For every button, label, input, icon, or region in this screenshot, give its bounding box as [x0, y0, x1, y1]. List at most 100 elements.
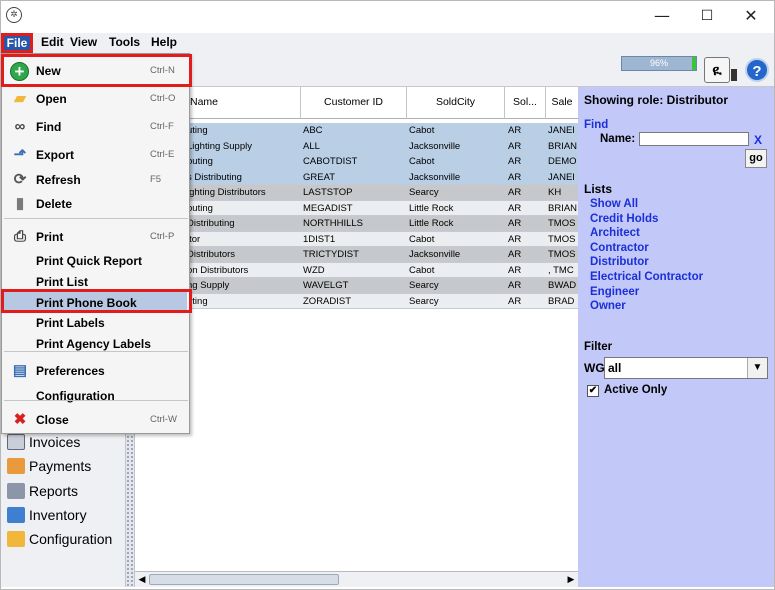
nav-item-payments[interactable]: Payments — [7, 458, 91, 478]
minimize-button[interactable]: — — [642, 5, 682, 29]
list-link-distributor[interactable]: Distributor — [590, 256, 649, 268]
column-header-soldstate[interactable]: Sol... — [505, 87, 546, 119]
menu-item-shortcut: Ctrl-W — [150, 414, 177, 425]
invoice-icon — [7, 434, 25, 450]
app-window: ✲ — ☐ ✕ Edit View Tools Help File 96% ዪ … — [0, 0, 775, 590]
active-only-checkbox[interactable]: ✔ — [587, 385, 599, 397]
active-only-label: Active Only — [604, 384, 668, 396]
list-link-engineer[interactable]: Engineer — [590, 286, 639, 298]
menu-item-refresh[interactable]: ⟳ Refresh F5 — [2, 168, 189, 192]
menu-item-label: Print Quick Report — [36, 254, 143, 268]
menu-item-find[interactable]: ∞ Find Ctrl-F — [2, 115, 189, 139]
scroll-left-icon[interactable]: ◀ — [136, 573, 148, 586]
menu-item-preferences[interactable]: ▤ Preferences — [2, 359, 189, 383]
cell-sale: JANEI — [548, 125, 575, 136]
menu-item-open[interactable]: ▰ Open Ctrl-O — [2, 87, 189, 111]
menu-help[interactable]: Help — [151, 35, 177, 49]
cell-id: MEGADIST — [303, 202, 353, 214]
list-link-show-all[interactable]: Show All — [590, 198, 638, 210]
new-item-highlight — [1, 54, 192, 87]
dropdown-arrow-icon[interactable] — [731, 69, 737, 81]
grid-header: Name Customer ID SoldCity Sol... Sale — [135, 87, 578, 119]
cell-name: Distributing — [187, 218, 235, 229]
cell-sale: BRIAN — [548, 202, 578, 214]
table-row[interactable]: Lighting Supply ALL Jacksonville AR BRIAN — [135, 138, 578, 154]
menu-item-shortcut: Ctrl-E — [150, 149, 175, 160]
cell-name: itor — [187, 233, 201, 245]
cell-name: Lighting Supply — [187, 140, 252, 152]
reports-icon — [7, 483, 25, 499]
menu-item-print-agency-labels[interactable]: Print Agency Labels — [2, 332, 189, 356]
column-header-sale[interactable]: Sale — [546, 87, 578, 119]
cell-city: Little Rock — [409, 202, 454, 214]
progress-text: 96% — [649, 58, 668, 68]
menu-item-configuration[interactable]: Configuration — [2, 384, 189, 408]
nav-item-invoices[interactable]: Invoices — [7, 434, 80, 454]
cell-sale: DEMO — [548, 156, 577, 167]
menu-edit[interactable]: Edit — [41, 35, 64, 49]
name-label: Name: — [600, 133, 636, 145]
scroll-thumb[interactable] — [149, 574, 339, 585]
printer-icon: ⎙ — [13, 228, 26, 245]
title-bar: ✲ — ☐ ✕ — [1, 1, 774, 33]
table-row[interactable]: uting ZORADIST Searcy AR BRAD — [135, 293, 578, 309]
cell-state: AR — [508, 171, 522, 183]
menu-item-label: Preferences — [36, 364, 105, 378]
menu-item-close[interactable]: ✖ Close Ctrl-W — [2, 408, 189, 432]
list-link-owner[interactable]: Owner — [590, 300, 626, 312]
horizontal-scrollbar[interactable]: ◀ ▶ — [135, 571, 578, 587]
menu-item-delete[interactable]: ▮ Delete — [2, 192, 189, 216]
menu-tools[interactable]: Tools — [109, 35, 140, 49]
user-role-button[interactable]: ዪ — [704, 57, 730, 83]
menu-item-export[interactable]: ⬏ Export Ctrl-E — [2, 143, 189, 167]
menu-item-label: Print List — [36, 275, 89, 289]
cell-id: WZD — [303, 264, 325, 276]
nav-item-configuration[interactable]: Configuration — [7, 531, 112, 551]
go-button[interactable]: go — [745, 149, 767, 168]
scroll-right-icon[interactable]: ▶ — [565, 573, 577, 586]
file-menu: + New Ctrl-N ▰ Open Ctrl-O ∞ Find Ctrl-F ⬏ Export C… — [1, 53, 190, 434]
table-row[interactable]: ng Supply WAVELGT Searcy AR BWAD — [135, 278, 578, 294]
column-header-soldcity[interactable]: SoldCity — [407, 87, 505, 119]
wg-selected-value: all — [608, 361, 622, 375]
table-row[interactable]: Distributing NORTHHILLS Little Rock AR TMOS — [135, 216, 578, 232]
table-row[interactable]: buting MEGADIST Little Rock AR BRIAN — [135, 200, 578, 216]
menu-item-print[interactable]: ⎙ Print Ctrl-P — [2, 225, 189, 249]
nav-label: Invoices — [29, 434, 81, 450]
wg-select[interactable]: all ▼ — [604, 357, 768, 379]
inventory-icon — [7, 507, 25, 523]
nav-item-reports[interactable]: Reports — [7, 483, 78, 503]
list-link-architect[interactable]: Architect — [590, 227, 640, 239]
menu-item-label: Export — [36, 148, 75, 162]
cell-name: ighting Distributors — [187, 187, 266, 198]
nav-label: Payments — [29, 458, 92, 474]
cell-city: Jacksonville — [409, 171, 461, 183]
list-link-electrical-contractor[interactable]: Electrical Contractor — [590, 271, 703, 283]
clear-find-button[interactable]: X — [754, 133, 762, 147]
maximize-button[interactable]: ☐ — [687, 5, 727, 29]
cell-state: AR — [508, 280, 522, 291]
table-row[interactable]: s Distributing GREAT Jacksonville AR JANEI — [135, 169, 578, 185]
nav-item-inventory[interactable]: Inventory — [7, 507, 87, 527]
cell-id: LASTSTOP — [303, 187, 353, 198]
name-search-input[interactable] — [639, 132, 749, 146]
table-row[interactable]: buting CABOTDIST Cabot AR DEMO — [135, 154, 578, 170]
table-row[interactable]: ighting Distributors LASTSTOP Searcy AR KH — [135, 185, 578, 201]
filter-heading: Filter — [584, 341, 613, 353]
list-link-contractor[interactable]: Contractor — [590, 242, 649, 254]
nav-label: Inventory — [29, 507, 87, 523]
preferences-icon: ▤ — [12, 362, 28, 379]
menu-item-shortcut: F5 — [150, 174, 162, 185]
close-window-button[interactable]: ✕ — [731, 5, 771, 29]
help-button[interactable]: ? — [745, 58, 769, 82]
table-row[interactable]: itor 1DIST1 Cabot AR TMOS — [135, 231, 578, 247]
table-row[interactable]: on Distributors WZD Cabot AR , TMC — [135, 262, 578, 278]
table-row[interactable]: Distributors TRICTYDIST Jacksonville AR TMOS — [135, 247, 578, 263]
column-header-customer-id[interactable]: Customer ID — [301, 87, 407, 119]
list-link-credit-holds[interactable]: Credit Holds — [590, 213, 658, 225]
menu-item-label: Delete — [36, 197, 73, 211]
chevron-down-icon[interactable]: ▼ — [747, 358, 767, 378]
menu-separator — [4, 218, 188, 219]
table-row[interactable]: uting ABC Cabot AR JANEI — [135, 123, 578, 139]
menu-view[interactable]: View — [70, 35, 97, 49]
